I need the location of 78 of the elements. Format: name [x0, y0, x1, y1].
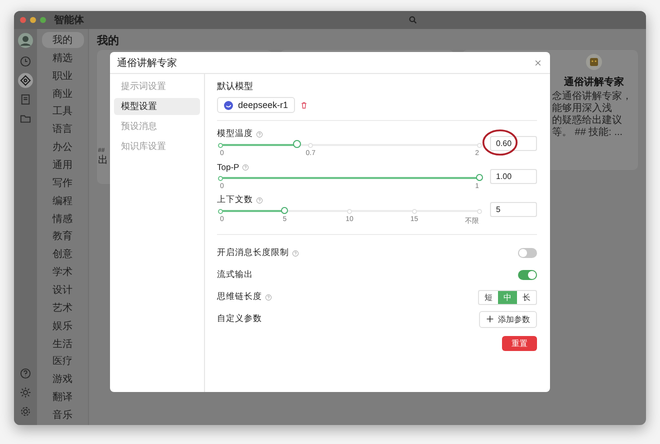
section-label: 默认模型	[217, 80, 254, 93]
reset-button[interactable]: 重置	[502, 336, 537, 351]
settings-tab[interactable]: 模型设置	[114, 98, 200, 115]
help-icon[interactable]	[256, 130, 263, 138]
mascot-icon	[586, 54, 602, 70]
category-item[interactable]: 工具	[42, 103, 84, 120]
slider-thumb[interactable]	[281, 207, 288, 214]
card-description: 念通俗讲解专家，能够用深入浅	[552, 91, 633, 114]
setting-label: 上下文数	[217, 194, 253, 206]
toggle-switch[interactable]	[518, 270, 537, 280]
setting-label: 思维链长度	[217, 291, 262, 303]
category-item[interactable]: 创意	[42, 246, 84, 262]
slider-track[interactable]	[220, 143, 479, 147]
add-parameter-button[interactable]: 添加参数	[479, 310, 537, 328]
help-icon[interactable]	[242, 164, 250, 170]
help-icon[interactable]	[265, 294, 272, 300]
category-item[interactable]: 学术	[42, 264, 84, 280]
category-item[interactable]: 娱乐	[42, 318, 84, 334]
category-item[interactable]: 游戏	[42, 371, 84, 388]
window-title: 智能体	[54, 14, 84, 27]
settings-tab[interactable]: 预设消息	[114, 118, 200, 135]
category-item[interactable]: 医疗	[42, 353, 84, 370]
setting-label: 自定义参数	[217, 313, 262, 325]
category-item[interactable]: 音乐	[42, 407, 84, 423]
category-item[interactable]: 我的	[42, 32, 84, 48]
category-item[interactable]: 精选	[42, 50, 84, 66]
settings-tab[interactable]: 提示词设置	[114, 78, 200, 95]
number-input[interactable]: 0.60	[490, 136, 537, 151]
category-item[interactable]: 通用	[42, 157, 84, 173]
annotation-circle	[482, 127, 518, 158]
number-input[interactable]: 5	[490, 202, 537, 217]
number-input[interactable]: 1.00	[490, 169, 537, 184]
setting-label: 模型温度	[217, 128, 253, 140]
category-item[interactable]: 生活	[42, 336, 84, 352]
page-title: 我的	[97, 34, 120, 48]
zoom-window-button[interactable]	[40, 17, 46, 23]
delete-icon[interactable]	[300, 101, 308, 109]
help-icon[interactable]	[292, 250, 299, 256]
close-window-button[interactable]	[20, 17, 26, 23]
toggle-switch[interactable]	[518, 248, 537, 258]
category-item[interactable]: 编程	[42, 192, 84, 209]
setting-label: 开启消息长度限制	[217, 247, 289, 259]
setting-label: Top-P	[217, 162, 240, 172]
search-icon[interactable]	[409, 16, 417, 24]
card-description: 出	[98, 155, 108, 166]
model-selector[interactable]: deepseek-r1	[217, 97, 296, 113]
slider-track[interactable]	[220, 209, 479, 213]
category-item[interactable]: 商业	[42, 86, 84, 102]
help-icon[interactable]	[256, 196, 263, 204]
category-item[interactable]: 设计	[42, 282, 84, 298]
whale-logo-icon	[224, 100, 233, 110]
segment-option[interactable]: 短	[479, 290, 498, 304]
slider-thumb[interactable]	[293, 140, 302, 148]
plus-icon	[486, 315, 494, 323]
minimize-window-button[interactable]	[30, 17, 36, 23]
close-icon[interactable]	[534, 58, 542, 66]
sun-icon[interactable]	[18, 385, 33, 400]
clock-icon[interactable]	[18, 54, 33, 69]
category-item[interactable]: 办公	[42, 139, 84, 156]
category-item[interactable]: 职业	[42, 68, 84, 84]
help-icon[interactable]	[18, 366, 33, 381]
category-item[interactable]: 艺术	[42, 300, 84, 316]
diamond-icon[interactable]	[18, 73, 33, 88]
setting-label: 流式输出	[217, 269, 253, 281]
category-item[interactable]: 翻译	[42, 389, 84, 406]
card-description: 的疑惑给出建议等。 ## 技能: ...	[552, 115, 624, 139]
slider-thumb[interactable]	[476, 174, 482, 181]
category-item[interactable]: 写作	[42, 174, 84, 191]
segment-option[interactable]: 长	[517, 290, 536, 304]
category-item[interactable]: 教育	[42, 228, 84, 244]
dialog-title: 通俗讲解专家	[117, 56, 177, 70]
category-item[interactable]: 情感	[42, 210, 84, 226]
settings-icon[interactable]	[18, 404, 33, 419]
settings-tab[interactable]: 知识库设置	[114, 138, 200, 155]
card-title: 通俗讲解专家	[563, 75, 625, 89]
category-item[interactable]: 语言	[42, 121, 84, 138]
avatar-icon[interactable]	[18, 33, 33, 48]
segment-option[interactable]: 中	[498, 290, 517, 304]
